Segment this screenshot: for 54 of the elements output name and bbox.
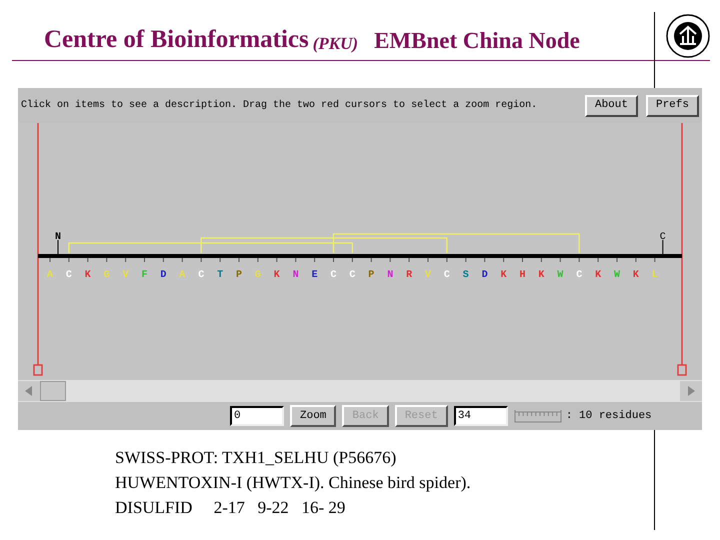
terminus-label: C [660, 232, 666, 243]
applet-button[interactable]: Zoom [290, 405, 336, 427]
disulfide-link[interactable] [200, 237, 448, 253]
node-title: EMBnet China Node [374, 29, 580, 52]
residue-letter[interactable]: C [349, 270, 356, 281]
residue-letter[interactable]: P [236, 270, 242, 281]
residue-letter[interactable]: K [84, 270, 91, 281]
terminus-tick [662, 240, 664, 254]
toolbar-button[interactable]: About [584, 94, 638, 116]
residue-letter[interactable]: N [387, 270, 394, 281]
horizontal-scrollbar[interactable] [18, 380, 702, 402]
info-line: HUWENTOXIN-I (HWTX-I). Chinese bird spider). [115, 472, 472, 494]
residue-letter[interactable]: H [520, 270, 526, 281]
info-line: DISULFID 2-17 9-22 16- 29 [115, 497, 346, 519]
affiliation-label: (PKU) [312, 35, 358, 52]
scale-label: : 10 residues [566, 408, 652, 424]
residue-letter[interactable]: W [557, 270, 564, 281]
terminus-label: N [55, 232, 62, 243]
cursor-line[interactable] [677, 123, 687, 376]
disulfide-link[interactable] [68, 242, 353, 253]
residue-letter[interactable]: T [217, 270, 224, 281]
residue-letter[interactable]: F [142, 270, 148, 281]
toolbar-button[interactable]: Prefs [646, 94, 699, 116]
residue-letter[interactable]: D [160, 270, 166, 281]
residue-letter[interactable]: K [632, 270, 639, 281]
scrollbar-thumb[interactable] [40, 381, 66, 401]
residue-letter[interactable]: C [444, 270, 450, 281]
residue-letter[interactable]: C [198, 270, 204, 281]
scroll-left-icon[interactable] [18, 381, 40, 401]
cursor-line[interactable] [33, 123, 43, 376]
residue-letter[interactable]: K [274, 270, 280, 281]
residue-letter[interactable]: P [368, 270, 374, 281]
disulfide-link[interactable] [332, 233, 580, 253]
scale-ruler-icon [514, 409, 562, 423]
university-seal-icon [666, 14, 710, 58]
site-title: Centre of Bioinformatics [44, 27, 309, 52]
info-line: SWISS-PROT: TXH1_SELHU (P56676) [115, 447, 398, 469]
instruction-text: Click on items to see a description. Drag the two red cursors to select a zoom region. [21, 98, 538, 113]
residue-letter[interactable]: S [462, 270, 469, 281]
residue-letter[interactable]: W [614, 270, 620, 281]
residue-letter[interactable]: E [312, 270, 318, 281]
residue-letter[interactable]: K [538, 270, 544, 281]
sequence-canvas[interactable]: N C A C K G V F D A C T P G K N E C C P N R V C S D K H K W C K W K L [18, 123, 702, 380]
residue-letter[interactable]: N [292, 270, 299, 281]
residue-letter[interactable]: K [500, 270, 507, 281]
residue-letter[interactable]: K [595, 270, 602, 281]
position-field[interactable]: 0 [230, 406, 284, 426]
residue-letter[interactable]: C [66, 270, 72, 281]
residue-letter[interactable]: D [482, 270, 488, 281]
position-field[interactable]: 34 [454, 406, 508, 426]
scroll-right-icon[interactable] [680, 381, 702, 401]
residue-letter[interactable]: C [576, 270, 582, 281]
residue-letter[interactable]: R [406, 270, 412, 281]
residue-letter[interactable]: C [330, 270, 337, 281]
